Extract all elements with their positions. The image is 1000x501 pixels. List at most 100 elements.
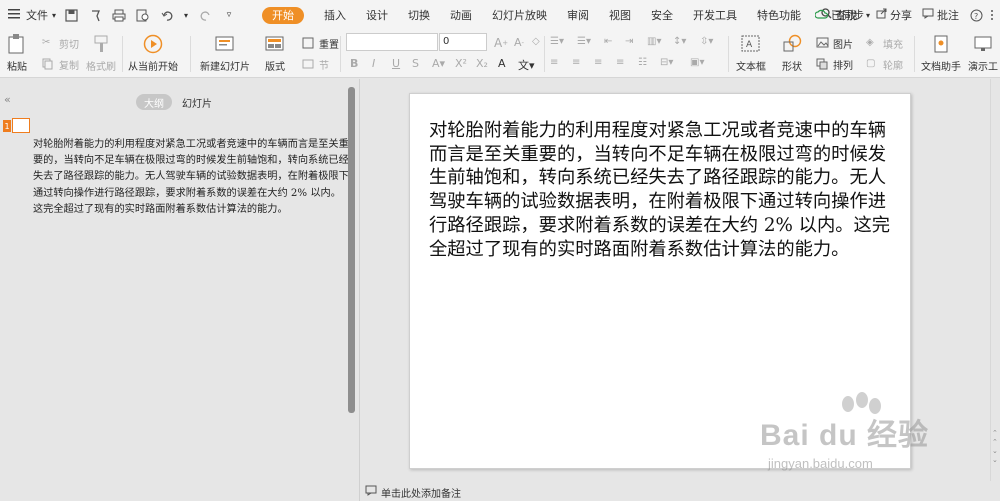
increase-font-button[interactable]: A + — [494, 36, 508, 50]
align-left-icon[interactable]: ≡ — [550, 57, 558, 68]
tab-transitions[interactable]: 切换 — [398, 7, 440, 23]
undo-dropdown-icon[interactable]: ▾ — [182, 6, 190, 24]
save-icon[interactable] — [62, 6, 80, 24]
indent-decrease-icon[interactable]: ⇤ — [604, 36, 612, 47]
outline-scrollbar[interactable] — [348, 87, 355, 413]
picture-button[interactable]: 图片 — [816, 36, 853, 51]
slide-body-text[interactable]: 对轮胎附着能力的利用程度对紧急工况或者竞速中的车辆而言是至关重要的，当转向不足车… — [429, 119, 901, 261]
font-color-button[interactable]: A▾ — [432, 57, 445, 70]
copy-button[interactable]: 复制 — [42, 57, 79, 72]
brush-icon — [90, 33, 112, 55]
notes-placeholder: 单击此处添加备注 — [381, 488, 461, 500]
divider — [914, 36, 915, 72]
font-name-select[interactable] — [346, 33, 438, 51]
reset-button[interactable]: 重置 — [302, 36, 339, 51]
panel-tabs: 大纲 幻灯片 — [0, 92, 360, 112]
vertical-scrollbar[interactable]: ⌃ ⌃ ⌄ ⌄ — [990, 79, 1000, 481]
indent-increase-icon[interactable]: ⇥ — [625, 36, 633, 47]
tab-view[interactable]: 视图 — [599, 7, 641, 23]
share-button[interactable]: 分享 — [876, 7, 912, 23]
format-icon[interactable] — [86, 6, 104, 24]
present-tool-button[interactable]: 演示工 — [968, 33, 998, 73]
underline-button[interactable]: U — [392, 57, 400, 70]
superscript-button[interactable]: X² — [455, 57, 467, 70]
redo-icon[interactable] — [196, 6, 214, 24]
outline-text[interactable]: 对轮胎附着能力的利用程度对紧急工况或者竞速中的车辆而言是至关重要的，当转向不足车… — [33, 137, 351, 218]
layout-label: 版式 — [265, 62, 285, 73]
shape-button[interactable]: 形状 — [781, 33, 803, 73]
arrange-label: 排列 — [833, 61, 853, 72]
bold-button[interactable]: B — [350, 57, 358, 70]
decrease-font-button[interactable]: A- — [514, 36, 524, 49]
picture-icon — [816, 37, 830, 51]
format-painter-button[interactable]: 格式刷 — [86, 33, 116, 73]
comment-button[interactable]: 批注 — [922, 7, 959, 23]
section-button[interactable]: 节 — [302, 57, 329, 72]
text-direction-icon[interactable]: ⇳▾ — [700, 36, 713, 47]
scroll-arrows-icon[interactable]: ⌃ ⌃ ⌄ ⌄ — [992, 429, 998, 465]
tab-design[interactable]: 设计 — [356, 7, 398, 23]
bullets-icon[interactable]: ☰▾ — [550, 36, 564, 47]
tab-home[interactable]: 开始 — [252, 7, 314, 24]
share-icon — [876, 8, 887, 22]
char-spacing-button[interactable]: 文▾ — [518, 57, 535, 73]
tab-review[interactable]: 审阅 — [557, 7, 599, 23]
smart-art-icon[interactable]: ▣▾ — [690, 57, 704, 68]
justify-icon[interactable]: ≡ — [616, 57, 624, 68]
notes-bar[interactable]: 单击此处添加备注 — [361, 483, 990, 501]
strikethrough-button[interactable]: S — [412, 57, 419, 70]
fill-label: 填充 — [883, 40, 903, 51]
layout-button[interactable]: 版式 — [264, 33, 286, 73]
doc-assistant-button[interactable]: 文档助手 — [921, 33, 961, 73]
from-current-button[interactable]: 从当前开始 — [128, 33, 178, 73]
tab-slideshow[interactable]: 幻灯片放映 — [482, 7, 557, 23]
columns-icon[interactable]: ▥▾ — [647, 36, 661, 47]
textbox-label: 文本框 — [736, 62, 766, 73]
help-icon[interactable]: ? — [970, 9, 983, 22]
distribute-icon[interactable]: ☷ — [638, 57, 647, 68]
tab-outline[interactable]: 大纲 — [136, 94, 172, 110]
arrange-button[interactable]: 排列 — [816, 57, 853, 72]
slide-thumbnail-icon[interactable] — [12, 118, 30, 133]
monitor-icon — [972, 33, 994, 55]
sync-label: 已同步 — [831, 9, 864, 22]
tab-insert[interactable]: 插入 — [314, 7, 356, 23]
tab-security[interactable]: 安全 — [641, 7, 683, 23]
slide-1[interactable]: 对轮胎附着能力的利用程度对紧急工况或者竞速中的车辆而言是至关重要的，当转向不足车… — [409, 93, 911, 469]
tab-slides[interactable]: 幻灯片 — [182, 95, 212, 110]
outline-icon: ▢ — [866, 57, 876, 69]
print-icon[interactable] — [110, 6, 128, 24]
cut-button[interactable]: ✂ 剪切 — [42, 36, 79, 52]
hamburger-icon — [8, 8, 22, 22]
tab-animations[interactable]: 动画 — [440, 7, 482, 23]
align-right-icon[interactable]: ≡ — [594, 57, 602, 68]
assistant-icon — [930, 33, 952, 55]
font-size-select[interactable]: 0 — [439, 33, 487, 51]
textbox-button[interactable]: A 文本框 — [736, 33, 766, 73]
arrange-icon — [816, 58, 830, 72]
align-center-icon[interactable]: ≡ — [572, 57, 580, 68]
subscript-button[interactable]: X₂ — [476, 57, 488, 70]
clear-format-icon[interactable]: ◇ — [532, 36, 540, 47]
undo-icon[interactable] — [158, 6, 176, 24]
customize-quick-access-icon[interactable]: ▿ — [220, 6, 238, 24]
tab-features[interactable]: 特色功能 — [747, 7, 811, 23]
sync-status[interactable]: 已同步 ▾ — [814, 7, 870, 23]
tab-developer[interactable]: 开发工具 — [683, 7, 747, 23]
line-spacing-icon[interactable]: ↕▾ — [673, 36, 686, 47]
outline-button[interactable]: ▢ 轮廓 — [866, 57, 903, 73]
fill-button[interactable]: ◈ 填充 — [866, 36, 903, 52]
cloud-sync-icon — [814, 9, 829, 22]
file-menu[interactable]: 文件 ▾ — [8, 7, 56, 23]
new-slide-button[interactable]: 新建幻灯片 — [200, 33, 250, 73]
print-preview-icon[interactable] — [134, 6, 152, 24]
numbering-icon[interactable]: ☰▾ — [577, 36, 591, 47]
more-icon[interactable] — [990, 9, 994, 21]
vertical-align-icon[interactable]: ⊟▾ — [660, 57, 673, 68]
divider — [544, 36, 545, 72]
text-effect-button[interactable]: A — [498, 57, 506, 70]
paste-button[interactable]: 粘贴 — [6, 33, 28, 73]
italic-button[interactable]: I — [372, 57, 375, 70]
copy-label: 复制 — [59, 61, 79, 72]
cut-label: 剪切 — [59, 40, 79, 51]
